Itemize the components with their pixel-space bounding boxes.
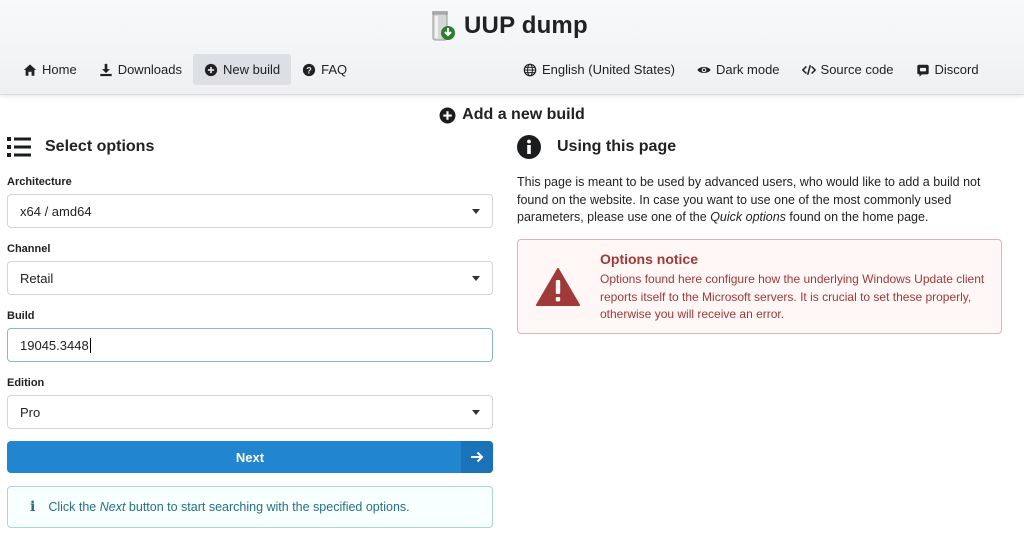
brand[interactable]: UUP dump — [428, 8, 588, 44]
nav-downloads[interactable]: Downloads — [88, 54, 193, 85]
dropdown-caret-icon — [472, 276, 480, 281]
top-header: UUP dump Home Downloads New build ? FAQ … — [0, 0, 1024, 95]
usage-description: This page is meant to be used by advance… — [517, 174, 1007, 227]
page-title-text: Add a new build — [462, 106, 585, 123]
nav-dark-mode-label: Dark mode — [715, 62, 780, 77]
nav-source-code-label: Source code — [820, 62, 894, 77]
select-options-section: Select options — [7, 132, 493, 162]
hint-prefix: Click the — [48, 500, 100, 514]
nav-source-code[interactable]: Source code — [791, 54, 905, 85]
next-hint-message: i Click the Next button to start searchi… — [7, 486, 493, 528]
hint-emphasis: Next — [99, 500, 126, 514]
nav-faq[interactable]: ? FAQ — [291, 54, 358, 85]
options-notice-text: Options found here configure how the und… — [600, 272, 985, 321]
build-input[interactable]: 19045.3448 — [7, 328, 493, 362]
svg-text:?: ? — [306, 65, 311, 75]
arrow-right-icon — [461, 441, 493, 473]
nav-language-label: English (United States) — [542, 62, 675, 77]
globe-icon — [523, 63, 537, 76]
plus-circle-icon — [439, 107, 456, 123]
select-options-heading: Select options — [7, 132, 493, 162]
nav-faq-label: FAQ — [321, 62, 348, 77]
warning-icon — [536, 268, 580, 306]
page-title: Add a new build — [0, 106, 1024, 124]
select-options-title: Select options — [45, 138, 155, 155]
nav-home-label: Home — [42, 62, 77, 77]
using-this-page-section: Using this page — [517, 132, 1002, 162]
next-button[interactable]: Next — [7, 441, 493, 473]
architecture-label: Architecture — [7, 176, 72, 188]
architecture-value: x64 / amd64 — [20, 203, 92, 219]
info-icon: i — [30, 499, 36, 515]
channel-select[interactable]: Retail — [7, 261, 493, 295]
build-label: Build — [7, 310, 35, 322]
nav-discord[interactable]: Discord — [905, 54, 990, 85]
info-circle-icon — [517, 135, 541, 159]
nav-dark-mode[interactable]: Dark mode — [686, 54, 791, 85]
discord-icon — [916, 64, 929, 77]
list-icon — [7, 137, 31, 157]
plus-circle-icon — [204, 63, 218, 76]
nav-discord-label: Discord — [934, 62, 979, 77]
desc-quick-options: Quick options — [710, 210, 786, 224]
main-nav: Home Downloads New build ? FAQ — [12, 54, 358, 85]
options-notice: Options notice Options found here config… — [517, 239, 1002, 334]
next-button-label: Next — [235, 449, 265, 465]
channel-label: Channel — [7, 243, 51, 255]
edition-select[interactable]: Pro — [7, 395, 493, 429]
eye-icon — [697, 66, 711, 73]
using-this-page-heading: Using this page — [517, 132, 1002, 162]
nav-new-build[interactable]: New build — [193, 54, 292, 85]
nav-language[interactable]: English (United States) — [512, 54, 686, 85]
desc-part-2: found on the home page. — [785, 210, 929, 224]
code-icon — [801, 64, 816, 75]
next-hint-text: Click the Next button to start searching… — [48, 500, 409, 514]
app-title: UUP dump — [464, 12, 588, 39]
channel-value: Retail — [20, 270, 54, 286]
secondary-nav: English (United States) Dark mode Source… — [512, 54, 990, 85]
build-value: 19045.3448 — [20, 337, 89, 353]
nav-home[interactable]: Home — [12, 54, 88, 85]
options-notice-title: Options notice — [600, 251, 698, 267]
edition-label: Edition — [7, 377, 45, 389]
question-circle-icon: ? — [302, 63, 316, 76]
uup-logo-icon — [432, 11, 455, 41]
edition-value: Pro — [20, 404, 41, 420]
nav-downloads-label: Downloads — [117, 62, 183, 77]
nav-new-build-label: New build — [223, 62, 281, 77]
architecture-select[interactable]: x64 / amd64 — [7, 194, 493, 228]
using-this-page-title: Using this page — [557, 138, 677, 155]
home-icon — [23, 63, 37, 76]
text-cursor — [89, 337, 91, 353]
hint-suffix: button to start searching with the speci… — [125, 500, 410, 514]
download-icon — [100, 63, 112, 76]
dropdown-caret-icon — [472, 209, 480, 214]
dropdown-caret-icon — [472, 410, 480, 415]
